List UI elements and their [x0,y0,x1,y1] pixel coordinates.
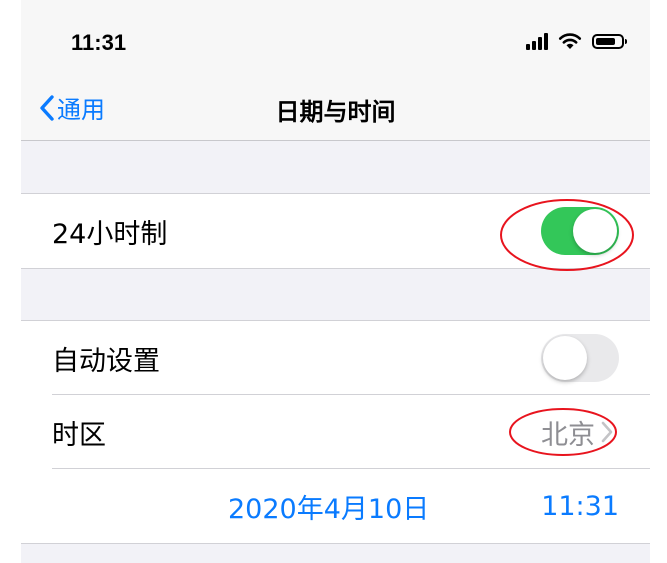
date-value[interactable]: 2020年4月10日 [228,487,429,526]
toggle-knob [543,336,587,380]
battery-icon [592,33,627,49]
status-bar: 11:31 [21,0,650,78]
phone-screen: 11:31 通用 日期与时间 24小时制 自动设置 时区 北京 2020年4月1… [21,0,650,563]
page-title: 日期与时间 [275,98,396,126]
signal-icon [526,32,548,50]
auto-set-toggle[interactable] [541,334,619,382]
auto-set-label: 自动设置 [52,345,160,377]
hour24-row: 24小时制 [21,194,650,268]
time-value[interactable]: 11:31 [541,491,619,522]
nav-bar: 通用 日期与时间 [21,78,650,141]
timezone-value-text: 北京 [541,419,595,451]
auto-set-row: 自动设置 [21,321,650,395]
date-time-row: 2020年4月10日 11:31 [21,469,650,543]
hour24-toggle[interactable] [541,207,619,255]
datetime-group: 自动设置 时区 北京 2020年4月10日 11:31 [21,320,650,544]
timezone-row[interactable]: 时区 北京 [21,395,650,469]
timezone-value: 北京 [541,413,613,452]
wifi-icon [558,33,582,49]
hour24-label: 24小时制 [52,218,168,250]
status-icons [526,32,627,50]
hour24-group: 24小时制 [21,193,650,269]
chevron-right-icon [601,421,613,443]
timezone-label: 时区 [52,419,106,451]
toggle-knob [573,209,617,253]
status-time: 11:31 [71,30,127,55]
